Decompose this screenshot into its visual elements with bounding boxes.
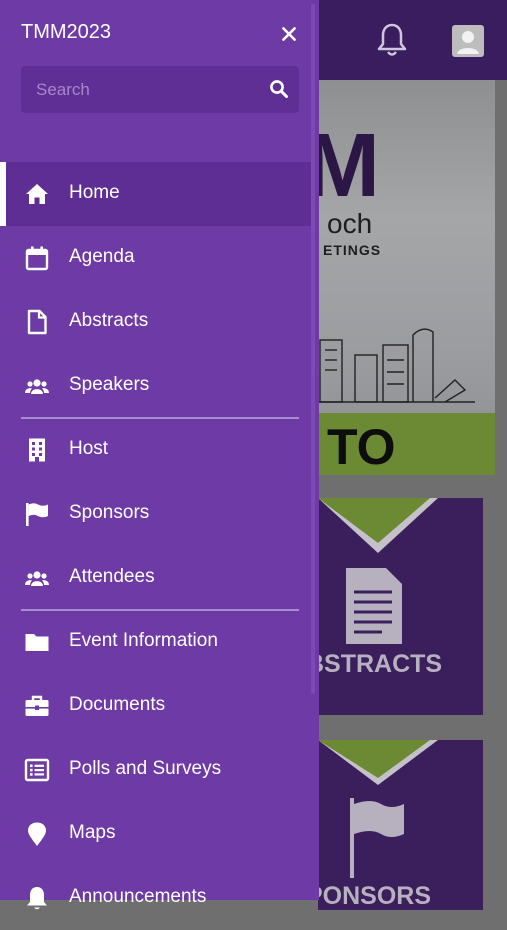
menu-item-label: Documents <box>69 694 166 715</box>
event-banner: M och ETINGS TO <box>315 80 495 475</box>
city-skyline-illustration <box>315 328 475 403</box>
menu-item-label: Sponsors <box>69 502 150 523</box>
abstracts-tile-label: BSTRACTS <box>318 650 443 678</box>
menu-item-attendees[interactable]: Attendees <box>0 546 311 610</box>
sponsors-tile[interactable]: PONSORS <box>318 740 483 910</box>
menu-item-home[interactable]: Home <box>0 162 311 226</box>
menu-item-label: Host <box>69 438 109 459</box>
menu-item-host[interactable]: Host <box>0 418 311 482</box>
menu-item-label: Agenda <box>69 246 135 267</box>
flag-icon <box>350 798 404 878</box>
building-icon <box>24 437 50 463</box>
drawer-scrollbar[interactable] <box>311 4 315 694</box>
drawer-title: TMM2023 <box>21 21 112 43</box>
menu-item-abstracts[interactable]: Abstracts <box>0 290 311 354</box>
menu-item-label: Polls and Surveys <box>69 758 222 779</box>
abstracts-tile[interactable]: BSTRACTS <box>318 498 483 715</box>
navigation-drawer: TMM2023 Home Agenda Abstracts Speakers H… <box>0 0 319 910</box>
search-box <box>21 66 299 113</box>
close-icon <box>282 27 296 41</box>
search-input[interactable] <box>21 66 261 113</box>
menu-item-documents[interactable]: Documents <box>0 674 311 738</box>
menu-item-sponsors[interactable]: Sponsors <box>0 482 311 546</box>
calendar-icon <box>24 245 50 271</box>
user-avatar-icon[interactable] <box>452 25 484 57</box>
menu-item-label: Abstracts <box>69 310 149 331</box>
banner-welcome-text: TO <box>327 419 396 475</box>
sponsors-tile-label: PONSORS <box>318 882 432 910</box>
menu-item-label: Attendees <box>69 566 155 587</box>
menu-item-label: Maps <box>69 822 116 843</box>
drawer-menu: Home Agenda Abstracts Speakers Host Spon… <box>0 162 311 930</box>
list-icon <box>24 757 50 783</box>
folder-icon <box>24 629 50 655</box>
users-icon <box>24 565 50 591</box>
menu-item-event-information[interactable]: Event Information <box>0 610 311 674</box>
menu-item-label: Speakers <box>69 374 150 395</box>
menu-item-maps[interactable]: Maps <box>0 802 311 866</box>
notifications-bell-icon[interactable] <box>376 22 408 58</box>
search-icon[interactable] <box>269 79 289 99</box>
menu-item-label: Home <box>69 182 120 203</box>
home-icon <box>24 181 50 207</box>
menu-item-label: Announcements <box>69 886 207 907</box>
bell-icon <box>24 885 50 911</box>
users-icon <box>24 373 50 399</box>
menu-item-agenda[interactable]: Agenda <box>0 226 311 290</box>
map-pin-icon <box>24 821 50 847</box>
banner-logo-text: och <box>327 208 373 239</box>
tile-triangle-decoration <box>318 498 438 553</box>
menu-item-polls-and-surveys[interactable]: Polls and Surveys <box>0 738 311 802</box>
flag-icon <box>24 501 50 527</box>
briefcase-icon <box>24 693 50 719</box>
file-icon <box>24 309 50 335</box>
banner-logo-letter: M <box>315 116 380 216</box>
document-icon <box>346 568 402 644</box>
menu-item-label: Event Information <box>69 630 218 651</box>
menu-item-announcements[interactable]: Announcements <box>0 866 311 930</box>
menu-item-speakers[interactable]: Speakers <box>0 354 311 418</box>
banner-logo-subtext: ETINGS <box>323 242 382 258</box>
close-drawer-button[interactable] <box>277 22 301 46</box>
